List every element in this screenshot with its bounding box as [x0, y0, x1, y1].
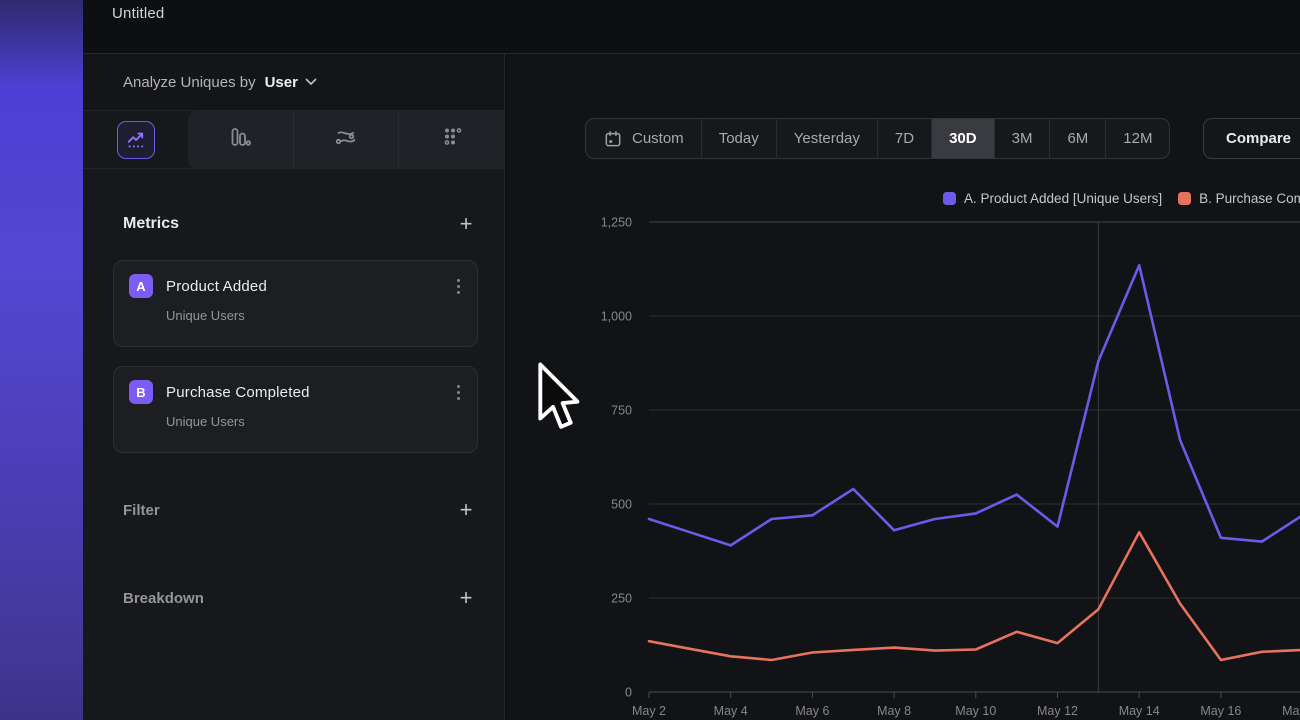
- flows-icon: [334, 125, 358, 154]
- chart-type-tabs: [83, 111, 504, 169]
- x-axis-label: May 18: [1282, 704, 1300, 718]
- chart-type-tabs-group: [188, 111, 504, 168]
- metric-card-a[interactable]: A Product Added Unique Users: [113, 260, 478, 347]
- range-button-30d[interactable]: 30D: [932, 119, 995, 158]
- kebab-menu-icon[interactable]: [455, 383, 462, 402]
- x-axis-label: May 16: [1200, 704, 1241, 718]
- metric-title: Purchase Completed: [166, 384, 310, 401]
- metrics-header-label: Metrics: [123, 215, 179, 233]
- tab-bar-chart[interactable]: [188, 111, 293, 168]
- compare-button[interactable]: Compare: [1203, 118, 1300, 159]
- kebab-menu-icon[interactable]: [455, 277, 462, 296]
- x-axis-label: May 4: [714, 704, 748, 718]
- x-axis: May 2 May 4 May 6 May 8 May 10 May 12 May 14 Ma…: [632, 692, 1300, 718]
- date-range-selector: Custom Today Yesterday 7D 30D 3M 6M 12M: [585, 118, 1170, 159]
- add-metric-button[interactable]: +: [455, 215, 477, 233]
- tab-flows[interactable]: [293, 111, 399, 168]
- analyze-by-value[interactable]: User: [265, 74, 298, 91]
- y-axis-label: 750: [611, 404, 632, 418]
- line-chart[interactable]: 0 250 500 750 1,000 1,250 May 2 May 4 May 6 May 8…: [506, 210, 1300, 720]
- metric-subtitle[interactable]: Unique Users: [166, 308, 462, 323]
- filter-header-label: Filter: [123, 502, 160, 519]
- series-line-purchase-completed: [649, 532, 1300, 660]
- analyze-by-row: Analyze Uniques by User: [83, 54, 504, 111]
- metric-subtitle[interactable]: Unique Users: [166, 414, 462, 429]
- breakdown-header-label: Breakdown: [123, 590, 204, 607]
- range-button-6m[interactable]: 6M: [1050, 119, 1106, 158]
- range-button-3m[interactable]: 3M: [995, 119, 1051, 158]
- chevron-down-icon[interactable]: [305, 78, 317, 86]
- x-axis-label: May 10: [955, 704, 996, 718]
- y-axis-label: 0: [625, 686, 632, 700]
- analyze-by-label: Analyze Uniques by: [123, 74, 256, 91]
- legend-item-b[interactable]: B. Purchase Completed [Unique Users]: [1178, 191, 1300, 206]
- y-axis-label: 250: [611, 592, 632, 606]
- report-title[interactable]: Untitled: [112, 5, 164, 22]
- legend-label: B. Purchase Completed [Unique Users]: [1199, 191, 1300, 206]
- chart-legend: A. Product Added [Unique Users] B. Purcha…: [943, 191, 1300, 206]
- add-breakdown-button[interactable]: +: [455, 589, 477, 607]
- range-button-today[interactable]: Today: [702, 119, 777, 158]
- metric-badge-a: A: [129, 274, 153, 298]
- range-button-label: 12M: [1123, 130, 1152, 147]
- range-button-label: 6M: [1067, 130, 1088, 147]
- x-axis-label: May 14: [1119, 704, 1160, 718]
- dots-grid-icon: [440, 125, 464, 154]
- x-axis-label: May 12: [1037, 704, 1078, 718]
- range-button-yesterday[interactable]: Yesterday: [777, 119, 878, 158]
- metric-card-b-top: B Purchase Completed: [129, 380, 462, 404]
- x-axis-label: May 2: [632, 704, 666, 718]
- series-line-product-added: [649, 265, 1300, 545]
- metric-title: Product Added: [166, 278, 267, 295]
- breakdown-section-header: Breakdown +: [123, 589, 477, 607]
- metric-card-b[interactable]: B Purchase Completed Unique Users: [113, 366, 478, 453]
- y-axis-label: 1,000: [601, 310, 632, 324]
- range-button-label: 30D: [949, 130, 977, 147]
- x-axis-label: May 6: [795, 704, 829, 718]
- metric-badge-b: B: [129, 380, 153, 404]
- tab-line-chart[interactable]: [83, 111, 188, 169]
- metric-card-a-top: A Product Added: [129, 274, 462, 298]
- range-button-label: Today: [719, 130, 759, 147]
- bar-chart-icon: [228, 125, 252, 154]
- range-button-label: 7D: [895, 130, 914, 147]
- range-button-label: Custom: [632, 130, 684, 147]
- metrics-section-header: Metrics +: [123, 215, 477, 233]
- calendar-icon: [603, 129, 623, 149]
- tab-retention-grid[interactable]: [398, 111, 504, 168]
- y-axis-label: 1,250: [601, 216, 632, 230]
- range-button-label: 3M: [1012, 130, 1033, 147]
- range-button-12m[interactable]: 12M: [1106, 119, 1169, 158]
- x-axis-label: May 8: [877, 704, 911, 718]
- top-bar: Untitled: [83, 0, 1300, 54]
- legend-item-a[interactable]: A. Product Added [Unique Users]: [943, 191, 1162, 206]
- legend-swatch: [943, 192, 956, 205]
- add-filter-button[interactable]: +: [455, 501, 477, 519]
- decorative-gradient-strip: [0, 0, 83, 720]
- filter-section-header: Filter +: [123, 501, 477, 519]
- y-gridlines: 0 250 500 750 1,000 1,250: [601, 216, 1300, 700]
- legend-swatch: [1178, 192, 1191, 205]
- app-window: Untitled Analyze Uniques by User: [0, 0, 1300, 720]
- sidebar: Analyze Uniques by User: [83, 54, 505, 720]
- range-button-custom[interactable]: Custom: [586, 119, 702, 158]
- legend-label: A. Product Added [Unique Users]: [964, 191, 1162, 206]
- y-axis-label: 500: [611, 498, 632, 512]
- line-chart-icon: [117, 121, 155, 159]
- range-button-7d[interactable]: 7D: [878, 119, 932, 158]
- chart-panel: Custom Today Yesterday 7D 30D 3M 6M 12M Compare…: [506, 54, 1300, 720]
- range-button-label: Yesterday: [794, 130, 860, 147]
